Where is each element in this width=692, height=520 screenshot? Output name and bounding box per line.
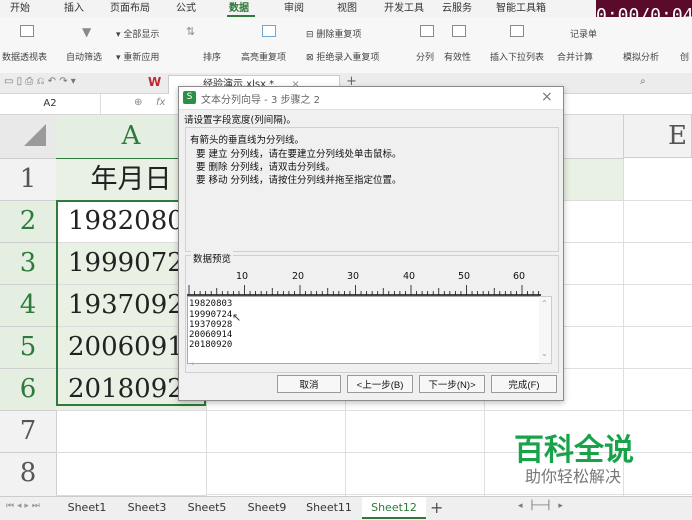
simulate-button[interactable]: 模拟分析	[623, 50, 659, 63]
row-header-5[interactable]: 5	[0, 327, 57, 369]
show-all-button[interactable]: ▾ 全部显示	[116, 27, 159, 40]
sheet-tab-sheet11[interactable]: Sheet11	[298, 497, 360, 519]
menu-tab-page-layout[interactable]: 页面布局	[110, 0, 150, 17]
preview-row: 19820803	[189, 299, 233, 309]
row-header-6[interactable]: 6	[0, 369, 57, 411]
add-sheet-icon[interactable]: +	[430, 498, 443, 517]
reapply-label: 重新应用	[123, 53, 160, 63]
menu-tab-formula[interactable]: 公式	[176, 0, 196, 17]
sheet-tab-sheet5[interactable]: Sheet5	[178, 497, 236, 519]
menu-tab-insert[interactable]: 插入	[64, 0, 84, 17]
fx-icon[interactable]: fx	[156, 97, 165, 108]
instruction-line-1: 有箭头的垂直线为分列线。	[190, 135, 305, 146]
row-header-8[interactable]: 8	[0, 453, 57, 497]
row-header-2[interactable]: 2	[0, 201, 57, 243]
create-button[interactable]: 创	[680, 50, 689, 63]
zoom-icon[interactable]: ⊕	[134, 97, 142, 108]
instruction-line-3: 要 删除 分列线，请双击分列线。	[196, 162, 336, 173]
row-header-1[interactable]: 1	[0, 159, 57, 201]
instruction-line-4: 要 移动 分列线，请按住分列线并拖至指定位置。	[196, 175, 402, 186]
reject-dup-label: 拒绝录入重复项	[316, 53, 380, 63]
corner-triangle-icon	[24, 124, 46, 146]
preview-label: 数据预览	[191, 251, 234, 265]
dialog-titlebar[interactable]: S 文本分列向导 - 3 步骤之 2 ×	[179, 87, 563, 110]
cell-a8[interactable]	[56, 453, 207, 496]
ruler-label-40: 40	[403, 271, 416, 282]
menu-tab-view[interactable]: 视图	[337, 0, 357, 17]
horizontal-scrollbar[interactable]: ◂ ▕───▏ ▸	[518, 501, 563, 511]
ruler-label-10: 10	[236, 271, 249, 282]
preview-vertical-scrollbar[interactable]: ⌃ ⌄	[539, 296, 552, 364]
menu-tab-review[interactable]: 审阅	[284, 0, 304, 17]
instructions-box: 有箭头的垂直线为分列线。 要 建立 分列线，请在要建立分列线处单击鼠标。 要 删…	[185, 127, 559, 252]
menu-bar: 开始 插入 页面布局 公式 数据 审阅 视图 开发工具 云服务 智能工具箱	[0, 0, 692, 17]
close-icon[interactable]: ×	[541, 89, 553, 105]
menu-tab-cloud[interactable]: 云服务	[442, 0, 472, 17]
cancel-button[interactable]: 取消	[277, 375, 341, 393]
highlight-dup-icon	[262, 25, 276, 37]
dropdown-list-icon	[510, 25, 524, 37]
menu-tab-home[interactable]: 开始	[10, 0, 30, 17]
ruler-label-20: 20	[292, 271, 305, 282]
show-all-label: 全部显示	[123, 30, 160, 40]
preview-row: 20180920	[189, 340, 233, 350]
ruler-label-30: 30	[347, 271, 360, 282]
pivot-table-button[interactable]: 数据透视表	[2, 50, 47, 63]
sort-button[interactable]: 排序	[203, 50, 221, 63]
mouse-cursor-icon: ↖	[232, 311, 242, 324]
consolidate-button[interactable]: 合并计算	[557, 50, 593, 63]
quick-access-icons[interactable]: ▭ ▯ ⎙ ⎌ ↶ ↷ ▾	[4, 76, 76, 87]
validity-button[interactable]: 有效性	[444, 50, 471, 63]
row-header-3[interactable]: 3	[0, 243, 57, 285]
text-split-wizard-dialog: S 文本分列向导 - 3 步骤之 2 × 请设置字段宽度(列间隔)。 有箭头的垂…	[178, 86, 564, 401]
preview-data-area[interactable]: 19820803 19990724 19370928 20060914 2018…	[187, 296, 541, 364]
name-box[interactable]: A2	[0, 94, 101, 114]
pivot-table-icon	[20, 25, 34, 37]
watermark-subtitle: 助你轻松解决	[525, 467, 622, 486]
ribbon-toolbar: 数据透视表 ▼ 自动筛选 ▾ 全部显示 ▾ 重新应用 ⇅ 排序 高亮重复项 ⊟ …	[0, 17, 692, 74]
finish-button[interactable]: 完成(F)	[491, 375, 557, 393]
sheet-tab-sheet12[interactable]: Sheet12	[362, 497, 426, 519]
wizard-app-icon: S	[183, 91, 196, 104]
validity-icon	[452, 25, 466, 37]
sort-icon: ⇅	[186, 25, 196, 38]
next-button[interactable]: 下一步(N)>	[419, 375, 485, 393]
filter-icon: ▼	[82, 25, 92, 39]
dialog-subtitle: 请设置字段宽度(列间隔)。	[184, 115, 296, 126]
reject-duplicates-button[interactable]: ⊠ 拒绝录入重复项	[306, 50, 379, 63]
sheet-nav-arrows-icon[interactable]: ⏮ ◂ ▸ ⏭	[6, 501, 40, 511]
split-column-icon	[420, 25, 434, 37]
menu-tab-developer[interactable]: 开发工具	[384, 0, 424, 17]
dialog-title: 文本分列向导 - 3 步骤之 2	[201, 95, 321, 106]
insert-dropdown-button[interactable]: 插入下拉列表	[490, 50, 544, 63]
sheet-tab-sheet1[interactable]: Sheet1	[58, 497, 116, 519]
record-button[interactable]: 记录单	[570, 27, 597, 40]
ruler-label-50: 50	[458, 271, 471, 282]
scroll-left-icon[interactable]: ‹	[191, 359, 194, 368]
search-icon[interactable]: ⌕	[640, 76, 646, 87]
menu-tab-smart-tools[interactable]: 智能工具箱	[496, 0, 546, 17]
autofilter-button[interactable]: 自动筛选	[66, 50, 102, 63]
ruler-label-60: 60	[513, 271, 526, 282]
cell-a7[interactable]	[56, 411, 207, 453]
row-header-7[interactable]: 7	[0, 411, 57, 453]
reapply-button[interactable]: ▾ 重新应用	[116, 50, 159, 63]
scroll-up-icon[interactable]: ⌃	[541, 299, 548, 308]
instruction-line-2: 要 建立 分列线，请在要建立分列线处单击鼠标。	[196, 149, 402, 160]
preview-row: 19370928	[189, 320, 233, 330]
sheet-tab-sheet9[interactable]: Sheet9	[238, 497, 296, 519]
delete-dup-label: 删除重复项	[316, 30, 362, 40]
split-column-button[interactable]: 分列	[416, 50, 434, 63]
delete-duplicates-button[interactable]: ⊟ 删除重复项	[306, 27, 361, 40]
previous-button[interactable]: <上一步(B)	[347, 375, 413, 393]
sheet-tab-sheet3[interactable]: Sheet3	[118, 497, 176, 519]
scroll-down-icon[interactable]: ⌄	[541, 349, 548, 358]
row-header-4[interactable]: 4	[0, 285, 57, 327]
preview-row: 19990724	[189, 310, 233, 320]
highlight-duplicates-button[interactable]: 高亮重复项	[241, 50, 286, 63]
wps-logo-icon: W	[148, 75, 162, 89]
column-header-e[interactable]: E	[624, 115, 692, 158]
preview-row: 20060914	[189, 330, 233, 340]
